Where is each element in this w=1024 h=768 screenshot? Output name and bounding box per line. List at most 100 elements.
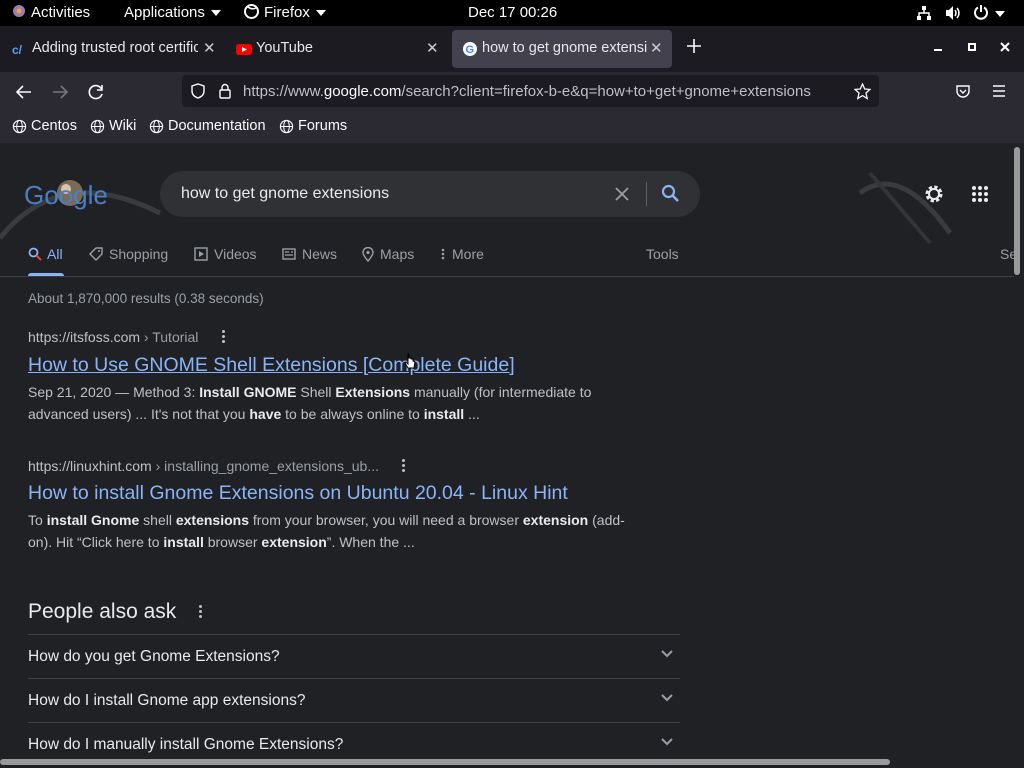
cite-path: › Tutorial (140, 329, 199, 345)
network-icon[interactable] (916, 5, 932, 25)
globe-icon (279, 119, 294, 133)
chevron-down-icon (661, 694, 673, 702)
tab-title: YouTube (256, 40, 313, 56)
firefox-icon (244, 4, 259, 19)
close-icon (1000, 42, 1010, 52)
browser-tab-bar: c/ Adding trusted root certific ✕ YouTub… (0, 26, 1024, 72)
reload-button[interactable] (87, 83, 105, 106)
paa-question-text: How do I install Gnome app extensions? (28, 692, 306, 709)
power-menu[interactable] (973, 4, 1005, 22)
volume-icon[interactable] (944, 5, 962, 25)
tools-button[interactable]: Tools (646, 246, 679, 262)
tab-label: News (302, 246, 338, 262)
result-options-icon[interactable] (222, 330, 226, 345)
favicon-icon: c/ (12, 43, 23, 57)
url-text[interactable]: https://www.google.com/search?client=fir… (243, 83, 811, 100)
arrow-right-icon (53, 85, 69, 99)
tab-shopping[interactable]: Shopping (89, 246, 168, 262)
tab-close-icon[interactable]: ✕ (650, 39, 663, 57)
gear-icon (925, 185, 943, 203)
result-cite[interactable]: https://itsfoss.com › Tutorial (28, 329, 198, 345)
result-stats: About 1,870,000 results (0.38 seconds) (28, 291, 264, 306)
firefox-menu-label: Firefox (264, 4, 310, 21)
url-path: /search?client=firefox-b-e&q=how+to+get+… (401, 83, 811, 100)
url-bar[interactable]: https://www.google.com/search?client=fir… (182, 75, 879, 107)
maximize-icon (968, 43, 976, 51)
more-vertical-icon (441, 248, 445, 260)
tab-title: Adding trusted root certific (32, 40, 198, 56)
bookmark-forums[interactable]: Forums (279, 118, 347, 134)
firefox-app-menu[interactable]: Firefox (244, 4, 326, 21)
activities-button[interactable]: Activities (12, 4, 90, 21)
tab-youtube[interactable]: YouTube ✕ (226, 30, 446, 68)
clock[interactable]: Dec 17 00:26 (468, 4, 557, 21)
tab-title: how to get gnome extensi (482, 40, 648, 56)
google-results-page: Google how to get gnome extensions All S… (0, 143, 1024, 768)
tab-close-icon[interactable]: ✕ (203, 39, 216, 57)
search-input[interactable]: how to get gnome extensions (181, 185, 389, 203)
minimize-button[interactable] (932, 40, 944, 58)
bookmark-documentation[interactable]: Documentation (149, 118, 266, 134)
reload-icon (88, 84, 103, 100)
forward-button[interactable] (51, 83, 69, 106)
lock-icon[interactable] (218, 83, 232, 99)
svg-text:c/: c/ (12, 43, 23, 57)
pocket-button[interactable] (955, 83, 971, 104)
chevron-down-icon (995, 11, 1005, 18)
tab-more[interactable]: More (440, 246, 484, 262)
bookmark-label: Wiki (109, 118, 137, 134)
search-divider (646, 182, 647, 206)
shield-icon[interactable] (190, 83, 206, 99)
tab-videos[interactable]: Videos (194, 246, 257, 262)
applications-label: Applications (124, 4, 205, 21)
search-box[interactable]: how to get gnome extensions (160, 171, 700, 217)
tab-maps[interactable]: Maps (362, 246, 414, 262)
people-also-ask-title: People also ask (28, 600, 177, 623)
paa-question[interactable]: How do you get Gnome Extensions? (28, 634, 680, 678)
minimize-icon (934, 49, 942, 51)
bookmark-star-icon[interactable] (854, 83, 871, 100)
tab-close-icon[interactable]: ✕ (426, 39, 439, 57)
settings-button[interactable] (923, 183, 945, 210)
back-button[interactable] (15, 83, 33, 106)
google-logo[interactable]: Google (24, 179, 116, 216)
clear-search-icon[interactable] (614, 186, 630, 202)
chevron-down-icon (210, 10, 221, 17)
result-options-icon[interactable] (402, 459, 406, 474)
paa-options-icon[interactable] (199, 605, 203, 620)
arrow-left-icon (15, 85, 31, 99)
tab-news[interactable]: News (282, 246, 337, 262)
activities-label: Activities (31, 4, 91, 21)
bookmark-wiki[interactable]: Wiki (90, 118, 136, 134)
paa-question[interactable]: How do I install Gnome app extensions? (28, 678, 680, 722)
bookmark-label: Centos (31, 118, 77, 134)
url-domain: google.com (323, 83, 402, 100)
tab-trusted-root[interactable]: c/ Adding trusted root certific ✕ (2, 30, 220, 68)
result-title-link[interactable]: How to install Gnome Extensions on Ubunt… (28, 482, 568, 505)
search-icon[interactable] (661, 184, 680, 203)
play-icon (194, 247, 208, 261)
apps-grid-icon (972, 186, 988, 202)
result-cite[interactable]: https://linuxhint.com › installing_gnome… (28, 458, 379, 474)
svg-text:G: G (466, 44, 475, 56)
applications-menu[interactable]: Applications (124, 4, 221, 21)
vertical-scrollbar[interactable] (1014, 147, 1020, 275)
new-tab-button[interactable] (686, 38, 702, 59)
youtube-icon (236, 44, 252, 55)
bookmark-centos[interactable]: Centos (12, 118, 77, 134)
tab-all[interactable]: All (28, 246, 63, 262)
bookmark-label: Documentation (168, 118, 266, 134)
tab-google-search[interactable]: G how to get gnome extensi ✕ (452, 30, 672, 68)
maximize-button[interactable] (966, 40, 978, 58)
close-window-button[interactable] (999, 40, 1011, 58)
horizontal-scrollbar[interactable] (0, 759, 890, 765)
newspaper-icon (282, 248, 296, 260)
google-apps-button[interactable] (971, 185, 989, 208)
paa-question-text: How do I manually install Gnome Extensio… (28, 736, 344, 753)
tag-icon (89, 247, 103, 261)
result-title-link[interactable]: How to Use GNOME Shell Extensions [Compl… (28, 354, 515, 377)
navigation-toolbar: https://www.google.com/search?client=fir… (0, 72, 1024, 112)
app-menu-button[interactable] (991, 84, 1007, 103)
globe-icon (12, 119, 27, 133)
system-top-bar: Activities Applications Firefox Dec 17 0… (0, 0, 1024, 26)
